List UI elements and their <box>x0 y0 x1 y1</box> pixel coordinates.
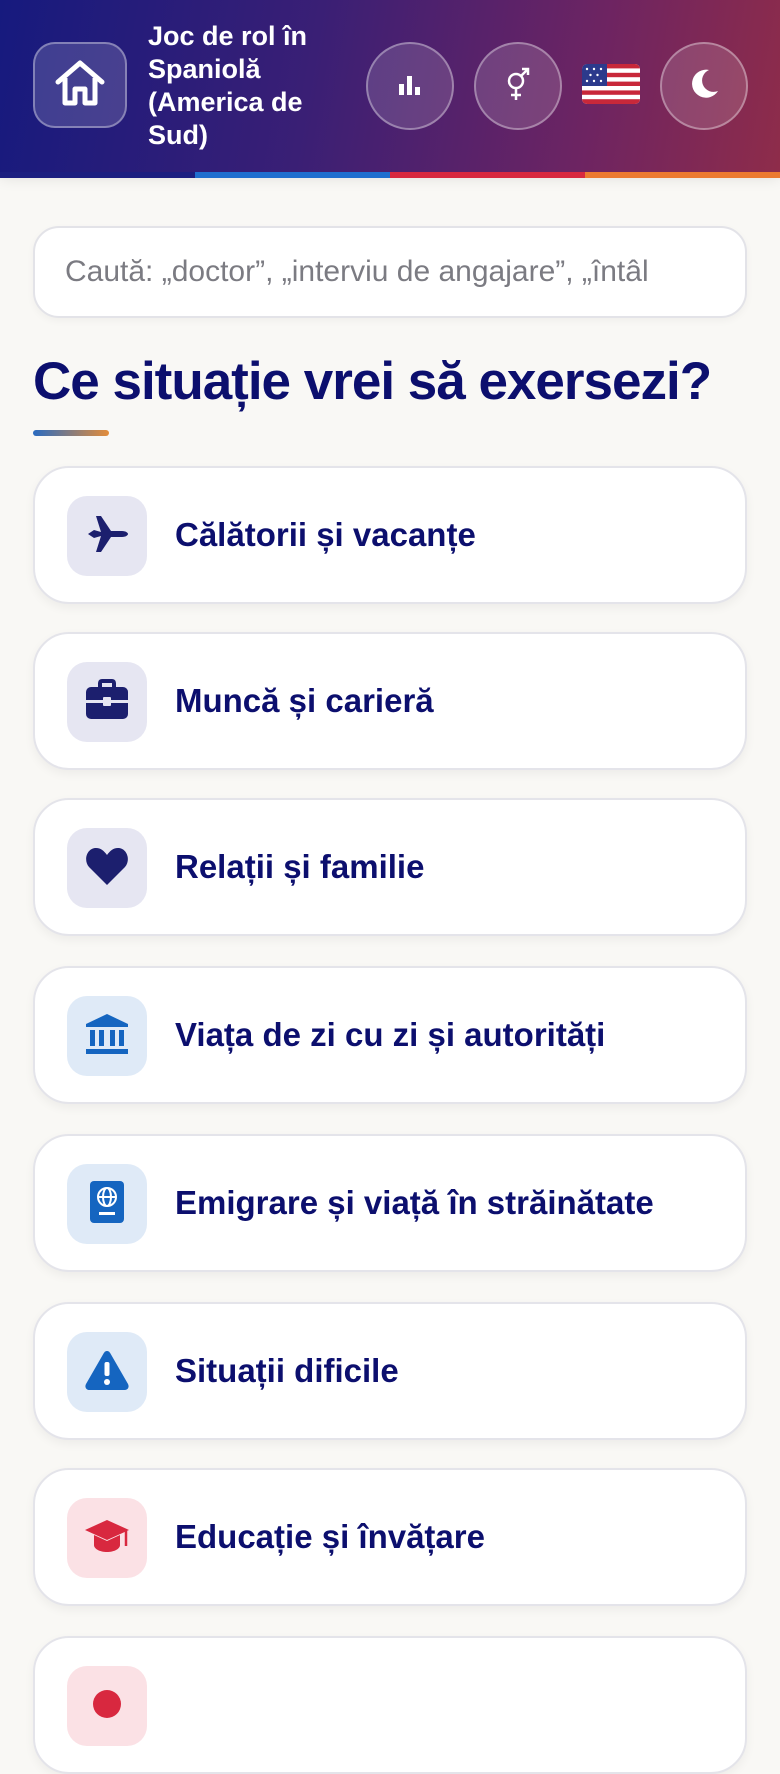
category-label: Călătorii și vacanțe <box>175 516 476 553</box>
us-flag-icon <box>582 64 640 104</box>
card-icon-box <box>67 496 147 576</box>
passport-icon <box>88 1179 126 1230</box>
stripe-segment <box>195 172 390 178</box>
bank-icon <box>84 1012 130 1061</box>
page-heading: Ce situație vrei să exersezi? <box>33 352 712 411</box>
category-icon <box>87 1684 127 1729</box>
search-input[interactable] <box>65 228 715 316</box>
category-label: Emigrare și viață în străinătate <box>175 1184 654 1221</box>
category-daily-life[interactable]: Viața de zi cu zi și autorități <box>33 966 747 1104</box>
theme-toggle-button[interactable] <box>660 42 748 130</box>
warning-icon <box>83 1348 131 1397</box>
category-label: Relații și familie <box>175 848 425 885</box>
home-button[interactable] <box>33 42 127 128</box>
card-icon-box <box>67 1666 147 1746</box>
card-icon-box <box>67 1332 147 1412</box>
category-emigration[interactable]: Emigrare și viață în străinătate <box>33 1134 747 1272</box>
category-difficult-situations[interactable]: Situații dificile <box>33 1302 747 1440</box>
stripe-segment <box>390 172 585 178</box>
stripe-segment <box>585 172 780 178</box>
stats-button[interactable] <box>366 42 454 130</box>
app-title: Joc de rol în Spaniolă (America de Sud) <box>148 21 308 150</box>
briefcase-icon <box>84 678 130 726</box>
graduation-cap-icon <box>83 1516 131 1561</box>
category-work[interactable]: Muncă și carieră <box>33 632 747 770</box>
card-icon-box <box>67 1164 147 1244</box>
card-icon-box <box>67 828 147 908</box>
heading-underline <box>33 430 109 436</box>
card-icon-box <box>67 1498 147 1578</box>
category-label: Viața de zi cu zi și autorități <box>175 1016 606 1053</box>
card-icon-box <box>67 996 147 1076</box>
bar-chart-icon <box>397 72 423 101</box>
category-more[interactable] <box>33 1636 747 1774</box>
stripe-segment <box>0 172 195 178</box>
category-education[interactable]: Educație și învățare <box>33 1468 747 1606</box>
category-label: Muncă și carieră <box>175 682 434 719</box>
heart-icon <box>84 845 130 892</box>
moon-icon <box>687 67 721 106</box>
gender-button[interactable] <box>474 42 562 130</box>
category-label: Educație și învățare <box>175 1518 485 1555</box>
search-box[interactable] <box>33 226 747 318</box>
category-relationships[interactable]: Relații și familie <box>33 798 747 936</box>
category-label: Situații dificile <box>175 1352 399 1389</box>
gender-icon <box>503 66 533 107</box>
app-header: Joc de rol în Spaniolă (America de Sud) <box>0 0 780 172</box>
header-color-stripe <box>0 172 780 178</box>
category-travel[interactable]: Călătorii și vacanțe <box>33 466 747 604</box>
language-flag-button[interactable] <box>582 64 640 104</box>
airplane-icon <box>84 511 130 562</box>
card-icon-box <box>67 662 147 742</box>
home-icon <box>53 58 107 113</box>
